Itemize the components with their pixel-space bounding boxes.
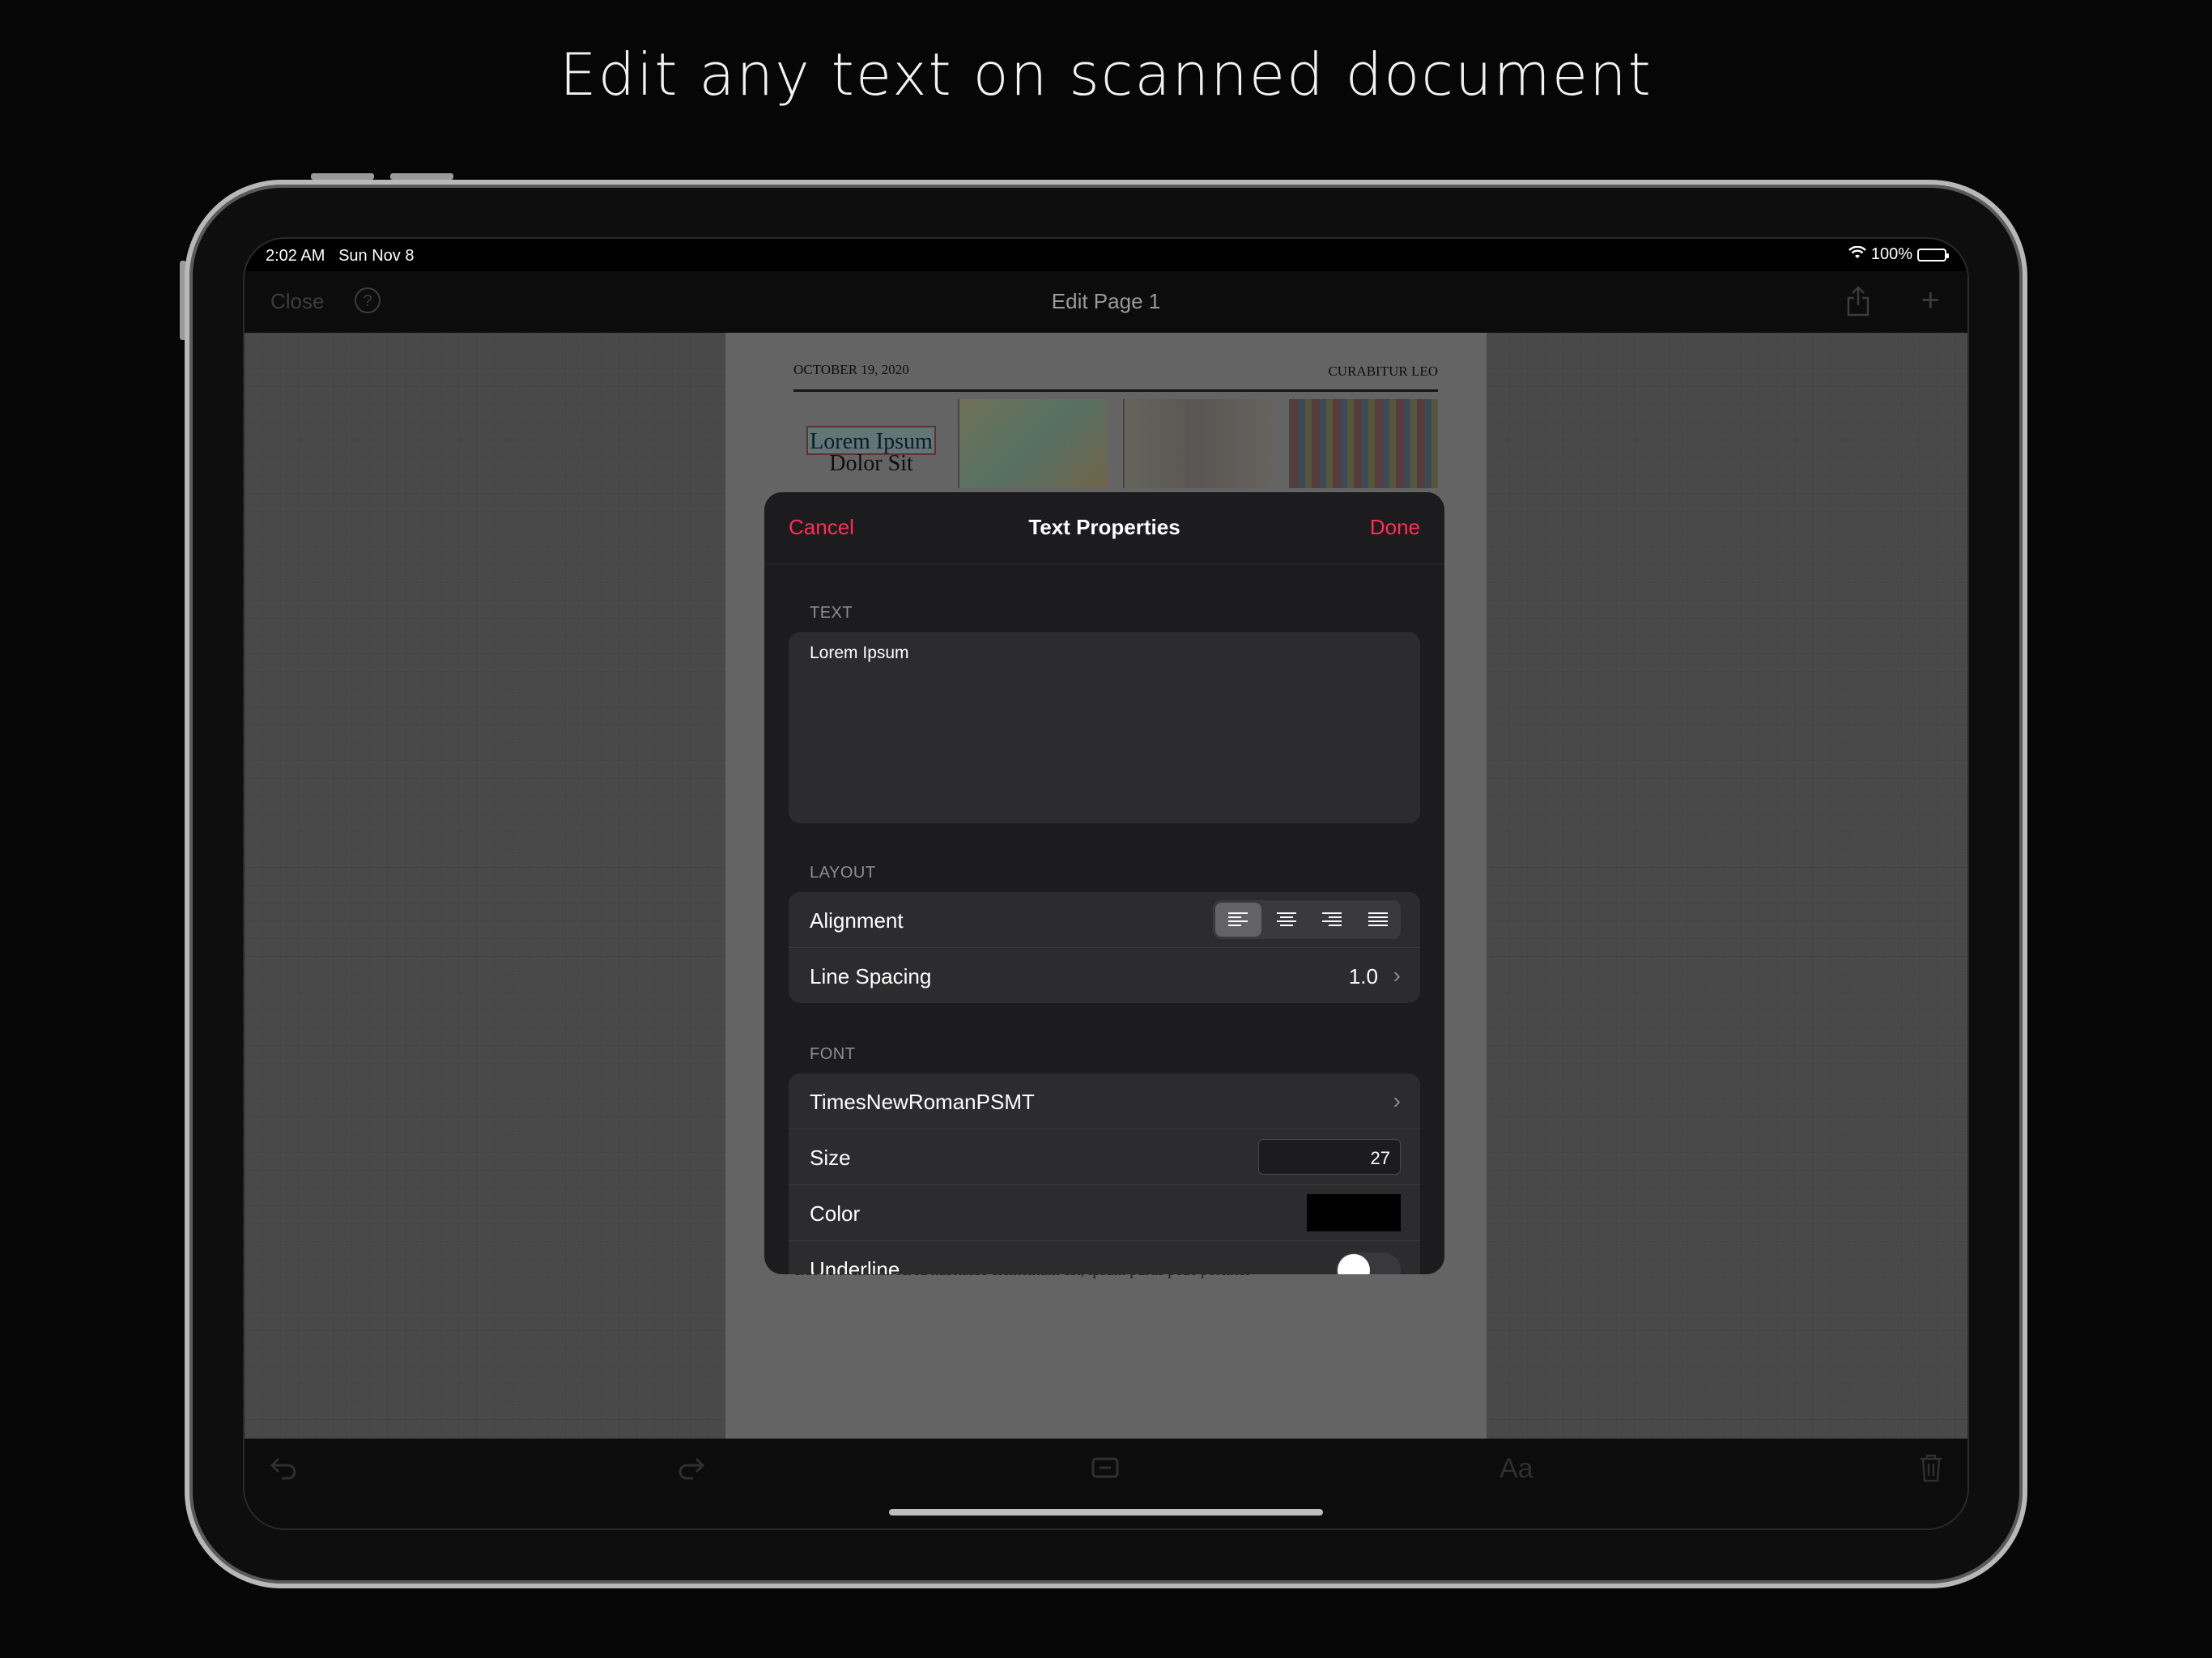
page-rule bbox=[793, 389, 1438, 392]
color-label: Color bbox=[810, 1201, 861, 1226]
color-swatch[interactable] bbox=[1307, 1194, 1401, 1231]
text-input[interactable]: Lorem Ipsum bbox=[789, 632, 1420, 823]
nav-bar: Close ? Edit Page 1 + bbox=[245, 271, 1967, 333]
modal-header: Cancel Text Properties Done bbox=[764, 492, 1444, 564]
undo-icon[interactable] bbox=[269, 1453, 298, 1487]
status-bar: 2:02 AM Sun Nov 8 100% bbox=[245, 239, 1967, 271]
line-spacing-label: Line Spacing bbox=[810, 964, 932, 988]
underline-toggle[interactable] bbox=[1336, 1252, 1401, 1274]
text-section-label: TEXT bbox=[810, 604, 853, 622]
page-section: CURABITUR LEO bbox=[1328, 363, 1438, 379]
bookshelf-photo bbox=[1288, 399, 1438, 488]
size-input[interactable]: 27 bbox=[1258, 1139, 1401, 1175]
align-center-icon[interactable] bbox=[1264, 900, 1310, 939]
color-row: Color bbox=[789, 1185, 1420, 1241]
person-photo bbox=[1123, 399, 1273, 488]
status-right: 100% bbox=[1848, 245, 1949, 264]
page-date: OCTOBER 19, 2020 bbox=[793, 362, 909, 377]
font-name: TimesNewRomanPSMT bbox=[810, 1090, 1035, 1114]
align-justify-icon[interactable] bbox=[1355, 900, 1402, 939]
battery-percent: 100% bbox=[1870, 245, 1912, 263]
font-section-label: FONT bbox=[810, 1045, 856, 1063]
page-heading-line2: Dolor Sit bbox=[829, 451, 913, 476]
layout-section-label: LAYOUT bbox=[810, 864, 876, 882]
size-label: Size bbox=[810, 1146, 851, 1170]
map-photo bbox=[957, 399, 1107, 488]
page-title: Edit Page 1 bbox=[1051, 289, 1161, 313]
device-top-button bbox=[390, 173, 453, 180]
align-left-icon[interactable] bbox=[1215, 903, 1261, 937]
line-spacing-row[interactable]: Line Spacing 1.0 › bbox=[789, 948, 1420, 1003]
font-group: TimesNewRomanPSMT › Size 27 Color Underl… bbox=[789, 1073, 1420, 1274]
battery-icon bbox=[1917, 248, 1949, 261]
text-box-icon[interactable] bbox=[1091, 1453, 1119, 1487]
redo-icon[interactable] bbox=[677, 1453, 706, 1487]
font-icon[interactable]: Aa bbox=[1499, 1453, 1534, 1485]
size-row: Size 27 bbox=[789, 1129, 1420, 1185]
underline-label: Underline bbox=[810, 1257, 900, 1274]
add-icon[interactable]: + bbox=[1921, 283, 1940, 319]
line-spacing-value: 1.0 bbox=[1348, 964, 1378, 988]
chevron-right-icon: › bbox=[1393, 963, 1401, 988]
share-icon[interactable] bbox=[1846, 286, 1870, 321]
modal-title: Text Properties bbox=[1028, 515, 1180, 539]
alignment-label: Alignment bbox=[810, 908, 904, 933]
home-indicator bbox=[889, 1509, 1323, 1516]
ipad-screen: 2:02 AM Sun Nov 8 100% Close ? Edit Page… bbox=[243, 237, 1969, 1530]
wifi-icon bbox=[1848, 245, 1866, 264]
chevron-right-icon: › bbox=[1393, 1088, 1401, 1113]
status-time: 2:02 AM Sun Nov 8 bbox=[266, 247, 415, 265]
alignment-row: Alignment bbox=[789, 892, 1420, 948]
done-button[interactable]: Done bbox=[1370, 515, 1420, 540]
align-right-icon[interactable] bbox=[1309, 900, 1355, 939]
trash-icon[interactable] bbox=[1919, 1453, 1943, 1490]
bottom-toolbar: Aa bbox=[245, 1439, 1967, 1528]
alignment-segmented-control bbox=[1213, 900, 1401, 939]
headline: Edit any text on scanned document bbox=[559, 40, 1653, 108]
text-properties-modal: Cancel Text Properties Done TEXT Lorem I… bbox=[764, 492, 1444, 1274]
device-top-button bbox=[311, 173, 374, 180]
layout-group: Alignment Line Spacing 1.0 › bbox=[789, 892, 1420, 1003]
font-name-row[interactable]: TimesNewRomanPSMT › bbox=[789, 1073, 1420, 1129]
underline-row: Underline bbox=[789, 1241, 1420, 1274]
